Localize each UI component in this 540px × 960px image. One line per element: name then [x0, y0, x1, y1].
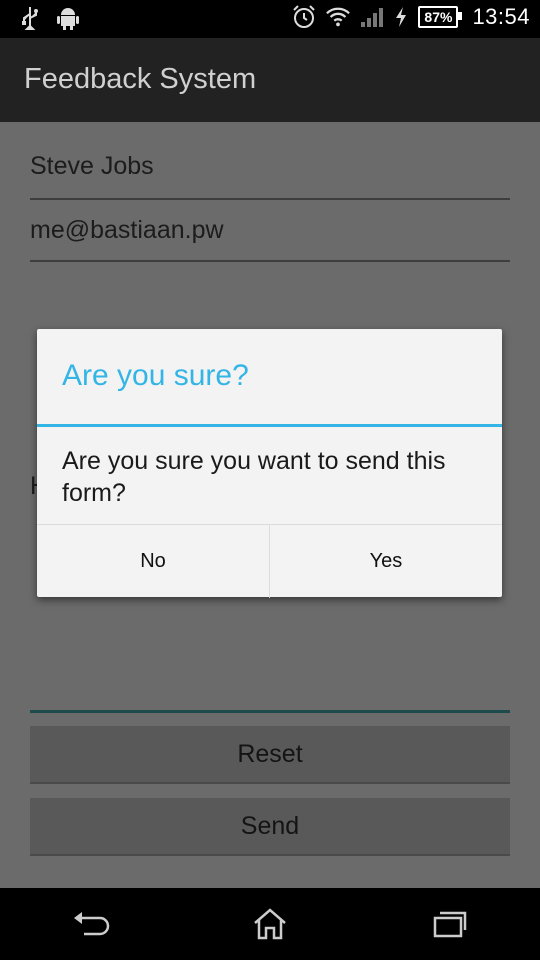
dialog-message: Are you sure you want to send this form?: [62, 447, 446, 507]
reset-button[interactable]: Reset: [30, 726, 510, 784]
recent-apps-icon[interactable]: [420, 899, 480, 949]
battery-level: 87%: [424, 9, 453, 25]
wifi-icon: [326, 5, 351, 29]
action-bar: Feedback System: [0, 38, 540, 122]
charging-icon: [394, 5, 408, 29]
yes-button[interactable]: Yes: [269, 525, 502, 598]
name-field[interactable]: Steve Jobs: [30, 152, 510, 200]
battery-icon: 87%: [418, 6, 463, 28]
android-icon: [56, 6, 80, 30]
app-title: Feedback System: [24, 63, 257, 95]
dialog-button-bar: No Yes: [37, 524, 502, 598]
signal-icon: [360, 5, 384, 29]
usb-icon: [18, 6, 42, 30]
send-button[interactable]: Send: [30, 798, 510, 856]
dialog-divider: [37, 424, 502, 427]
no-button[interactable]: No: [37, 525, 269, 598]
dialog-title: Are you sure?: [62, 359, 249, 392]
message-field[interactable]: [30, 710, 510, 713]
email-field[interactable]: me@bastiaan.pw: [30, 216, 510, 262]
navigation-bar: [0, 888, 540, 960]
clock: 13:54: [472, 4, 530, 29]
back-icon[interactable]: [60, 899, 120, 949]
home-icon[interactable]: [240, 899, 300, 949]
status-bar: 87% 13:54: [0, 0, 540, 38]
confirm-dialog: Are you sure? Are you sure you want to s…: [37, 329, 502, 598]
alarm-icon: [292, 5, 316, 29]
